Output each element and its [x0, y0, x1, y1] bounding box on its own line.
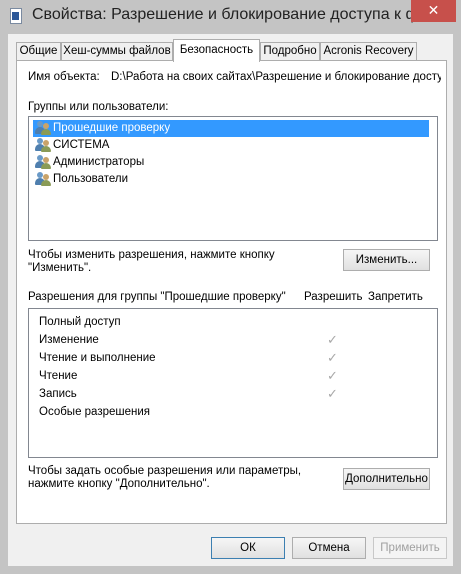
- allow-column-header: Разрешить: [304, 291, 363, 303]
- permission-label: Полный доступ: [39, 316, 121, 328]
- advanced-button[interactable]: Дополнительно: [343, 468, 430, 490]
- permission-label: Чтение и выполнение: [39, 352, 156, 364]
- permission-row-full-control: Полный доступ: [39, 313, 121, 331]
- list-item-label: Администраторы: [53, 156, 145, 168]
- list-item-label: Прошедшие проверку: [53, 122, 171, 134]
- tab-general[interactable]: Общие: [16, 42, 61, 61]
- list-item-users[interactable]: Пользователи: [33, 171, 429, 188]
- permission-row-special: Особые разрешения: [39, 403, 150, 421]
- groups-list[interactable]: Прошедшие проверку СИСТЕМА Администратор…: [28, 116, 438, 241]
- allow-checkmark-icon: ✓: [327, 332, 338, 347]
- close-icon: ✕: [427, 2, 440, 18]
- tab-file-hashes[interactable]: Хеш-суммы файлов: [61, 42, 173, 61]
- list-item-authenticated-users[interactable]: Прошедшие проверку: [33, 120, 429, 137]
- close-button[interactable]: ✕: [411, 0, 456, 22]
- users-icon: [35, 121, 51, 135]
- users-icon: [35, 138, 51, 152]
- allow-checkmark-icon: ✓: [327, 368, 338, 383]
- users-icon: [35, 172, 51, 186]
- permission-label: Особые разрешения: [39, 406, 151, 418]
- users-icon: [35, 155, 51, 169]
- list-item-label: Пользователи: [53, 173, 129, 185]
- deny-column-header: Запретить: [368, 291, 423, 303]
- list-item-system[interactable]: СИСТЕМА: [33, 137, 429, 154]
- permission-label: Изменение: [39, 334, 99, 346]
- security-tab-panel: Имя объекта: D:\Работа на своих сайтах\Р…: [16, 60, 447, 524]
- list-item-label: СИСТЕМА: [53, 139, 110, 151]
- list-item-administrators[interactable]: Администраторы: [33, 154, 429, 171]
- title-bar: Свойства: Разрешение и блокирование дост…: [0, 0, 461, 34]
- permission-label: Запись: [39, 388, 77, 400]
- groups-label: Группы или пользователи:: [28, 101, 169, 113]
- tab-acronis-recovery[interactable]: Acronis Recovery: [320, 42, 417, 61]
- permission-row-write: Запись ✓: [39, 385, 338, 403]
- permission-row-read-execute: Чтение и выполнение ✓: [39, 349, 338, 367]
- permission-row-modify: Изменение ✓: [39, 331, 338, 349]
- permissions-header: Разрешения для группы "Прошедшие проверк…: [28, 291, 286, 303]
- permissions-list[interactable]: Полный доступ Изменение ✓ Чтение и выполн…: [28, 308, 438, 458]
- allow-checkmark-icon: ✓: [327, 350, 338, 365]
- apply-button[interactable]: Применить: [373, 537, 447, 559]
- permission-label: Чтение: [39, 370, 78, 382]
- ok-button[interactable]: ОК: [211, 537, 285, 559]
- dialog-body: Общие Хеш-суммы файлов Безопасность Подр…: [8, 34, 453, 566]
- object-path: D:\Работа на своих сайтах\Разрешение и б…: [111, 71, 441, 83]
- tab-details[interactable]: Подробно: [260, 42, 320, 61]
- permission-row-read: Чтение ✓: [39, 367, 338, 385]
- edit-hint: Чтобы изменить разрешения, нажмите кнопк…: [28, 249, 275, 274]
- allow-checkmark-icon: ✓: [327, 386, 338, 401]
- window-title: Свойства: Разрешение и блокирование дост…: [32, 6, 418, 23]
- advanced-hint: Чтобы задать особые разрешения или парам…: [28, 465, 302, 490]
- edit-button[interactable]: Изменить...: [343, 249, 430, 271]
- document-icon[interactable]: [10, 8, 22, 24]
- object-name-label: Имя объекта:: [28, 71, 100, 83]
- tab-security[interactable]: Безопасность: [173, 39, 260, 62]
- cancel-button[interactable]: Отмена: [292, 537, 366, 559]
